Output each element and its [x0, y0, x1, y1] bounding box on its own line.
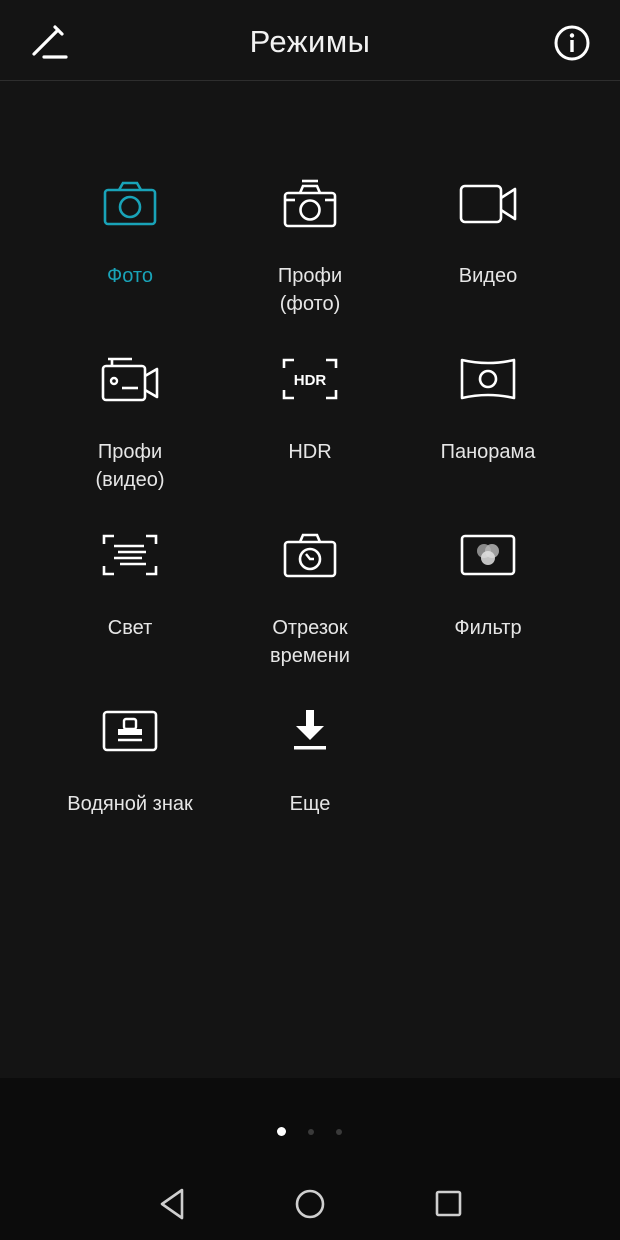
mode-label: Отрезок времени: [270, 617, 350, 667]
timelapse-icon: [283, 533, 337, 578]
watermark-icon: [102, 710, 158, 752]
recents-square-icon[interactable]: [424, 1180, 472, 1228]
mode-label: Фильтр: [454, 617, 522, 639]
download-icon: [294, 710, 326, 750]
mode-label: Фото: [107, 265, 153, 287]
pro-video-icon: [101, 357, 159, 402]
mode-filter[interactable]: Фильтр: [388, 530, 588, 680]
mode-label: Панорама: [440, 441, 536, 463]
panorama-icon: [460, 358, 516, 400]
mode-pro-video[interactable]: Профи (видео): [30, 354, 230, 504]
light-icon: [102, 534, 158, 576]
mode-label: Еще: [289, 793, 331, 815]
mode-more[interactable]: Еще: [210, 706, 410, 856]
back-triangle-icon[interactable]: [148, 1180, 196, 1228]
camera-modes-screen: Режимы Фото Профи (фото) Видео Профи (ви…: [0, 0, 620, 1240]
pro-camera-icon: [283, 179, 337, 228]
mode-photo[interactable]: Фото: [30, 178, 230, 328]
home-circle-icon[interactable]: [286, 1180, 334, 1228]
page-dot-active: [277, 1127, 286, 1136]
hdr-icon: HDR: [282, 358, 338, 400]
page-indicator: [270, 1124, 360, 1140]
mode-label: Свет: [107, 617, 153, 639]
mode-pro-photo[interactable]: Профи (фото): [210, 178, 410, 328]
mode-label: Видео: [458, 265, 518, 287]
filter-icon: [460, 534, 516, 576]
video-camera-icon: [459, 184, 517, 224]
mode-watermark[interactable]: Водяной знак: [30, 706, 230, 856]
camera-icon: [103, 181, 157, 226]
mode-panorama[interactable]: Панорама: [388, 354, 588, 504]
mode-timelapse[interactable]: Отрезок времени: [210, 530, 410, 680]
modes-grid: Фото Профи (фото) Видео Профи (видео) HD…: [0, 0, 620, 900]
mode-hdr[interactable]: HDR HDR: [210, 354, 410, 504]
svg-text:HDR: HDR: [294, 372, 327, 389]
mode-label: HDR: [288, 441, 332, 463]
page-dot: [308, 1129, 314, 1135]
mode-label: Профи (фото): [277, 265, 343, 315]
mode-label: Профи (видео): [95, 441, 165, 491]
mode-video[interactable]: Видео: [388, 178, 588, 328]
page-dot: [336, 1129, 342, 1135]
mode-light[interactable]: Свет: [30, 530, 230, 680]
